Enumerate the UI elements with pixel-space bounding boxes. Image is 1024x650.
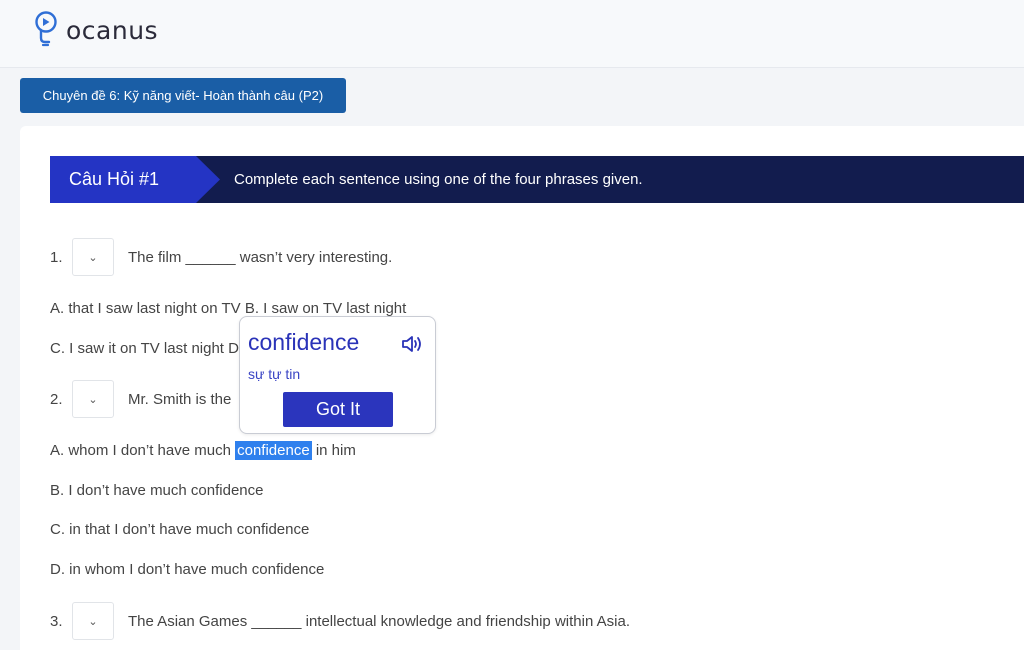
lightbulb-logo-icon <box>35 11 57 47</box>
answer-dropdown-3[interactable]: ⌄ <box>72 602 114 640</box>
logo[interactable]: ocanus <box>34 10 158 48</box>
item-2-option-c: C. in that I don’t have much confidence <box>50 521 310 538</box>
question-number-tag: Câu Hỏi #1 <box>50 156 220 203</box>
question-banner: Câu Hỏi #1 Complete each sentence using … <box>50 156 1024 203</box>
option-a-tail: in him <box>311 442 356 459</box>
item-2-option-a: A. whom I don’t have much confidence in … <box>50 441 356 460</box>
popup-meaning: sự tự tin <box>248 366 301 382</box>
highlighted-word[interactable]: confidence <box>235 441 312 460</box>
answer-dropdown-2[interactable]: ⌄ <box>72 380 114 418</box>
chevron-down-icon: ⌄ <box>88 393 98 406</box>
item-1-options-cd: C. I saw it on TV last night D <box>50 340 239 357</box>
chapter-button[interactable]: Chuyên đề 6: Kỹ năng viết- Hoàn thành câ… <box>20 78 346 113</box>
question-item-2: 2. ⌄ Mr. Smith is the <box>50 380 231 418</box>
item-number: 1. <box>50 248 63 266</box>
item-2-option-d: D. in whom I don’t have much confidence <box>50 561 325 578</box>
popup-word: confidence <box>248 329 360 355</box>
got-it-button[interactable]: Got It <box>283 392 393 427</box>
question-item-3: 3. ⌄ The Asian Games ______ intellectual… <box>50 602 630 640</box>
chevron-down-icon: ⌄ <box>88 615 98 628</box>
item-stem: The Asian Games ______ intellectual know… <box>128 612 630 630</box>
speaker-icon[interactable] <box>401 333 425 360</box>
item-1-options-ab: A. that I saw last night on TV B. I saw … <box>50 300 407 317</box>
item-stem: The film ______ wasn’t very interesting. <box>128 248 393 266</box>
item-2-option-b: B. I don’t have much confidence <box>50 482 264 499</box>
item-number: 2. <box>50 390 63 408</box>
question-item-1: 1. ⌄ The film ______ wasn’t very interes… <box>50 238 392 276</box>
question-instruction: Complete each sentence using one of the … <box>234 171 643 188</box>
dictionary-popup: confidence sự tự tin Got It <box>239 316 436 434</box>
answer-dropdown-1[interactable]: ⌄ <box>72 238 114 276</box>
item-stem: Mr. Smith is the <box>128 390 232 408</box>
chevron-down-icon: ⌄ <box>88 251 98 264</box>
top-bar: ocanus <box>0 0 1024 68</box>
logo-text: ocanus <box>66 15 159 45</box>
item-number: 3. <box>50 612 63 630</box>
option-a-text: A. whom I don’t have much <box>50 442 231 459</box>
